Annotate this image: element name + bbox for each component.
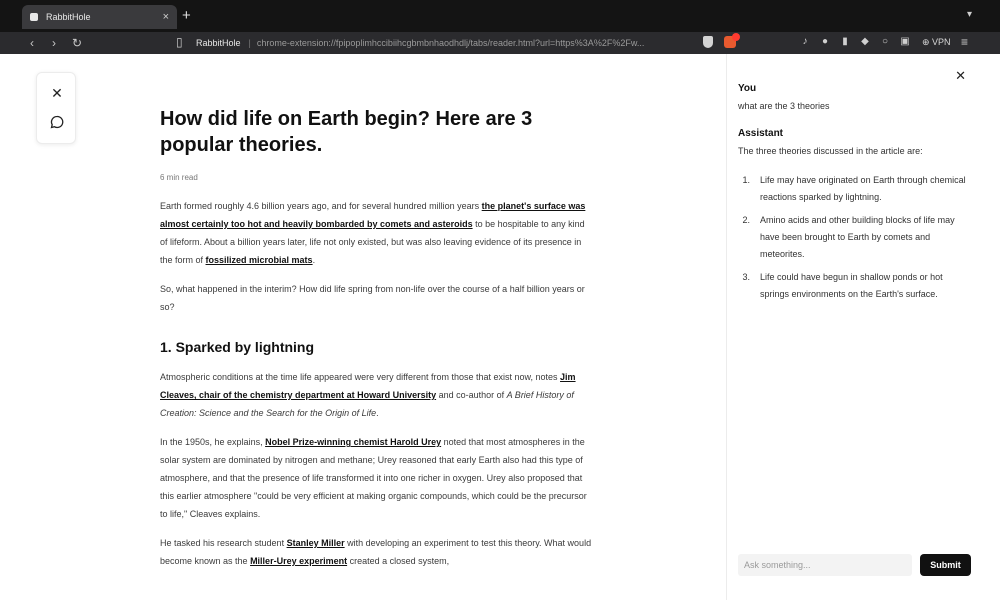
paragraph-text: . [312, 255, 316, 265]
assistant-role-label: Assistant [738, 128, 784, 139]
url-path: chrome-extension://fpipoplimhccibiihcgbm… [256, 38, 645, 48]
tab-bar: RabbitHole × + ▾ [0, 0, 1000, 32]
answer-list: 1. Life may have originated on Earth thr… [738, 172, 974, 309]
paragraph-text: In the 1950s, he explains, [160, 437, 266, 447]
new-tab-button[interactable]: + [182, 7, 191, 24]
paragraph-text: noted that most atmospheres in the solar… [160, 437, 587, 519]
bookmark-icon[interactable]: ▯ [176, 35, 183, 49]
paragraph-text: . [376, 408, 379, 418]
ask-input[interactable] [738, 554, 912, 576]
article-paragraph: Earth formed roughly 4.6 billion years a… [160, 197, 592, 269]
chat-bubble-icon[interactable]: ○ [880, 37, 890, 47]
rabbithole-favicon-icon [30, 13, 38, 21]
list-text: Life could have begun in shallow ponds o… [760, 272, 943, 299]
article: How did life on Earth begin? Here are 3 … [160, 106, 592, 581]
paragraph-text: He tasked his research student [160, 538, 287, 548]
article-paragraph: Atmospheric conditions at the time life … [160, 368, 592, 422]
list-item: 3. Life could have begun in shallow pond… [738, 269, 974, 303]
list-text: Life may have originated on Earth throug… [760, 175, 966, 202]
list-number: 3. [742, 272, 750, 282]
article-link[interactable]: Nobel Prize-winning chemist Harold Urey [265, 437, 441, 447]
user-message: what are the 3 theories [738, 101, 830, 111]
user-role-label: You [738, 83, 757, 94]
extensions-puzzle-icon[interactable]: ◆ [860, 37, 870, 47]
paragraph-text: Atmospheric conditions at the time life … [160, 372, 561, 382]
reader-view: ✕ How did life on Earth begin? Here are … [20, 54, 726, 600]
browser-toolbar: ‹ › ↻ ▯ RabbitHole | chrome-extension://… [0, 32, 1000, 54]
section-heading: 1. Sparked by lightning [160, 339, 315, 355]
reader-tools: ✕ [36, 72, 76, 144]
article-paragraph: He tasked his research student Stanley M… [160, 534, 592, 570]
paragraph-text: created a closed system, [347, 556, 450, 566]
list-text: Amino acids and other building blocks of… [760, 215, 955, 259]
article-paragraph: So, what happened in the interim? How di… [160, 284, 585, 312]
extension-icon[interactable]: ▮ [840, 37, 850, 47]
paragraph-text: Earth formed roughly 4.6 billion years a… [160, 201, 482, 211]
extension-icon[interactable]: ♪ [800, 37, 810, 47]
url-separator: | [248, 38, 251, 48]
sidebar-toggle-icon[interactable]: ▣ [900, 37, 910, 47]
list-item: 2. Amino acids and other building blocks… [738, 212, 974, 263]
back-icon[interactable]: ‹ [30, 36, 34, 50]
close-panel-icon[interactable]: ✕ [955, 68, 966, 84]
read-time: 6 min read [160, 173, 198, 182]
notification-badge [732, 33, 740, 41]
chat-icon[interactable] [47, 115, 67, 135]
url-site-name: RabbitHole [196, 38, 241, 48]
brave-shield-icon[interactable] [703, 36, 713, 48]
close-reader-icon[interactable]: ✕ [47, 83, 67, 103]
article-link[interactable]: fossilized microbial mats [206, 255, 313, 265]
menu-icon[interactable]: ≡ [961, 35, 968, 49]
brave-rewards-icon[interactable] [724, 33, 740, 48]
browser-window: RabbitHole × + ▾ ‹ › ↻ ▯ RabbitHole | ch… [0, 0, 1000, 600]
submit-button[interactable]: Submit [920, 554, 971, 576]
tab-rabbithole[interactable]: RabbitHole × [22, 5, 177, 29]
reload-icon[interactable]: ↻ [72, 36, 82, 50]
list-item: 1. Life may have originated on Earth thr… [738, 172, 974, 206]
paragraph-text: and co-author of [436, 390, 507, 400]
list-number: 2. [742, 215, 750, 225]
article-link[interactable]: Miller-Urey experiment [250, 556, 347, 566]
address-bar[interactable]: RabbitHole | chrome-extension://fpipopli… [196, 35, 696, 51]
forward-icon[interactable]: › [52, 36, 56, 50]
article-paragraph: In the 1950s, he explains, Nobel Prize-w… [160, 433, 592, 523]
vpn-label: VPN [932, 37, 951, 47]
list-number: 1. [742, 175, 750, 185]
extension-icon[interactable]: ● [820, 37, 830, 47]
tab-close-icon[interactable]: × [163, 11, 169, 23]
tab-list-chevron-icon[interactable]: ▾ [967, 9, 972, 20]
article-link[interactable]: Stanley Miller [287, 538, 345, 548]
tab-title: RabbitHole [46, 12, 91, 22]
assistant-intro: The three theories discussed in the arti… [738, 146, 923, 156]
article-title: How did life on Earth begin? Here are 3 … [160, 108, 533, 156]
chat-panel: ✕ You what are the 3 theories Assistant … [726, 54, 1000, 600]
chat-bubble-svg [50, 115, 64, 129]
vpn-button[interactable]: ⊕ VPN [922, 37, 951, 48]
